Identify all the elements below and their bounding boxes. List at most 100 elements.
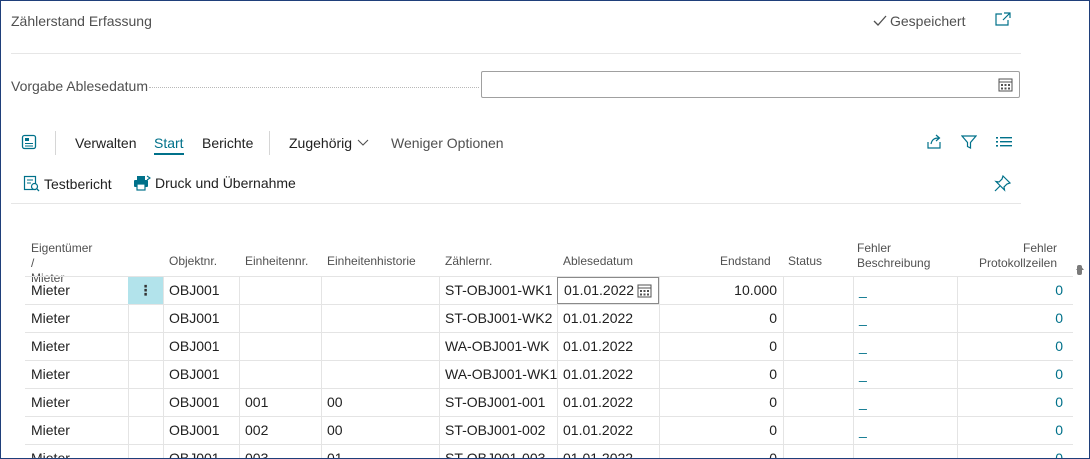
cell-eigentuemer[interactable]: Mieter bbox=[25, 445, 128, 458]
cell-objektnr[interactable]: OBJ001 bbox=[163, 417, 239, 444]
tab-verwalten[interactable]: Verwalten bbox=[75, 135, 136, 151]
cell-einheitenhistorie[interactable] bbox=[321, 305, 439, 332]
cell-fehler-beschreibung[interactable]: _ bbox=[853, 389, 957, 416]
row-context-menu[interactable] bbox=[128, 361, 163, 388]
col-ablesedatum-header[interactable]: Ablesedatum bbox=[563, 254, 633, 269]
cell-ablesedatum[interactable]: 01.01.2022 bbox=[557, 333, 659, 360]
cell-fehler-protokollzeilen[interactable]: 0 bbox=[957, 389, 1069, 416]
cell-status[interactable] bbox=[783, 389, 853, 416]
cell-ablesedatum[interactable]: 01.01.2022 bbox=[557, 445, 659, 458]
table-row[interactable]: Mieter OBJ001 ST-OBJ001-WK2 01.01.2022 0 _ 0 bbox=[25, 305, 1073, 333]
cell-fehler-protokollzeilen[interactable]: 0 bbox=[957, 417, 1069, 444]
cell-eigentuemer[interactable]: Mieter bbox=[25, 333, 128, 360]
cell-endstand[interactable]: 0 bbox=[659, 417, 783, 444]
cell-status[interactable] bbox=[783, 417, 853, 444]
druck-und-uebernahme-button[interactable]: Druck und Übernahme bbox=[133, 175, 296, 191]
row-context-menu[interactable]: ⋮ bbox=[128, 277, 163, 304]
share-icon[interactable] bbox=[926, 134, 943, 150]
cell-einheitennr[interactable] bbox=[239, 305, 321, 332]
table-row[interactable]: Mieter OBJ001 001 00 ST-OBJ001-001 01.01.2022… bbox=[25, 389, 1073, 417]
col-fehler-protokoll-header[interactable]: Fehler Protokollzeilen bbox=[971, 241, 1057, 271]
row-context-menu[interactable] bbox=[128, 305, 163, 332]
calendar-icon[interactable] bbox=[637, 283, 652, 298]
cell-eigentuemer[interactable]: Mieter bbox=[25, 305, 128, 332]
pin-icon[interactable] bbox=[994, 175, 1011, 192]
cell-zaehlernr[interactable]: WA-OBJ001-WK bbox=[439, 333, 557, 360]
tab-zugehoerig[interactable]: Zugehörig bbox=[289, 135, 369, 151]
expand-icon[interactable] bbox=[995, 12, 1011, 26]
col-zaehlernr-header[interactable]: Zählernr. bbox=[445, 254, 492, 269]
cell-einheitennr[interactable] bbox=[239, 333, 321, 360]
cell-einheitennr[interactable] bbox=[239, 277, 321, 304]
cell-endstand[interactable]: 0 bbox=[659, 333, 783, 360]
col-einheitennr-header[interactable]: Einheitennr. bbox=[245, 254, 308, 269]
cell-eigentuemer[interactable]: Mieter bbox=[25, 361, 128, 388]
cell-einheitennr[interactable]: 003 bbox=[239, 445, 321, 458]
cell-endstand[interactable]: 0 bbox=[659, 445, 783, 458]
col-fehler-beschreibung-header[interactable]: Fehler Beschreibung bbox=[857, 241, 930, 271]
table-row[interactable]: Mieter OBJ001 WA-OBJ001-WK1 01.01.2022 0 _ 0 bbox=[25, 361, 1073, 389]
cell-fehler-protokollzeilen[interactable]: 0 bbox=[957, 361, 1069, 388]
table-row[interactable]: Mieter OBJ001 WA-OBJ001-WK 01.01.2022 0 _ 0 bbox=[25, 333, 1073, 361]
cell-eigentuemer[interactable]: Mieter bbox=[25, 277, 128, 304]
row-context-menu[interactable] bbox=[128, 445, 163, 458]
cell-einheitennr[interactable] bbox=[239, 361, 321, 388]
row-context-menu[interactable] bbox=[128, 333, 163, 360]
row-context-menu[interactable] bbox=[128, 389, 163, 416]
cell-fehler-protokollzeilen[interactable]: 0 bbox=[957, 305, 1069, 332]
cell-eigentuemer[interactable]: Mieter bbox=[25, 389, 128, 416]
cell-einheitenhistorie[interactable]: 00 bbox=[321, 417, 439, 444]
filter-icon[interactable] bbox=[961, 134, 977, 150]
row-context-menu[interactable] bbox=[128, 417, 163, 444]
weniger-optionen-button[interactable]: Weniger Optionen bbox=[391, 135, 504, 151]
calendar-icon[interactable] bbox=[998, 77, 1013, 92]
cell-endstand[interactable]: 0 bbox=[659, 361, 783, 388]
cell-status[interactable] bbox=[783, 361, 853, 388]
cell-einheitenhistorie[interactable] bbox=[321, 361, 439, 388]
col-einheitenhistorie-header[interactable]: Einheitenhistorie bbox=[327, 254, 416, 269]
cell-fehler-beschreibung[interactable]: _ bbox=[853, 333, 957, 360]
cell-zaehlernr[interactable]: ST-OBJ001-WK2 bbox=[439, 305, 557, 332]
cell-einheitenhistorie[interactable] bbox=[321, 333, 439, 360]
cell-zaehlernr[interactable]: ST-OBJ001-003 bbox=[439, 445, 557, 458]
tab-start[interactable]: Start bbox=[154, 135, 184, 155]
page-icon[interactable] bbox=[21, 134, 37, 150]
cell-zaehlernr[interactable]: ST-OBJ001-002 bbox=[439, 417, 557, 444]
tab-berichte[interactable]: Berichte bbox=[202, 135, 253, 151]
cell-endstand[interactable]: 10.000 bbox=[659, 277, 783, 304]
cell-endstand[interactable]: 0 bbox=[659, 305, 783, 332]
cell-status[interactable] bbox=[783, 277, 853, 304]
table-row[interactable]: Mieter ⋮ OBJ001 ST-OBJ001-WK1 01.01.2022 10.0… bbox=[25, 276, 1073, 305]
cell-einheitenhistorie[interactable] bbox=[321, 277, 439, 304]
col-objektnr-header[interactable]: Objektnr. bbox=[169, 254, 217, 269]
cell-zaehlernr[interactable]: ST-OBJ001-001 bbox=[439, 389, 557, 416]
cell-status[interactable] bbox=[783, 445, 853, 458]
cell-fehler-beschreibung[interactable]: _ bbox=[853, 417, 957, 444]
list-icon[interactable] bbox=[996, 135, 1012, 149]
cell-einheitennr[interactable]: 001 bbox=[239, 389, 321, 416]
col-status-header[interactable]: Status bbox=[788, 254, 822, 269]
cell-ablesedatum[interactable]: 01.01.2022 bbox=[557, 305, 659, 332]
cell-ablesedatum[interactable]: 01.01.2022 bbox=[557, 417, 659, 444]
cell-endstand[interactable]: 0 bbox=[659, 389, 783, 416]
cell-fehler-beschreibung[interactable]: _ bbox=[853, 277, 957, 304]
cell-zaehlernr[interactable]: WA-OBJ001-WK1 bbox=[439, 361, 557, 388]
cell-ablesedatum[interactable]: 01.01.2022 bbox=[557, 389, 659, 416]
cell-objektnr[interactable]: OBJ001 bbox=[163, 445, 239, 458]
cell-objektnr[interactable]: OBJ001 bbox=[163, 389, 239, 416]
col-endstand-header[interactable]: Endstand bbox=[720, 254, 771, 269]
table-row[interactable]: Mieter OBJ001 002 00 ST-OBJ001-002 01.01.2022… bbox=[25, 417, 1073, 445]
cell-objektnr[interactable]: OBJ001 bbox=[163, 333, 239, 360]
vertical-scrollbar[interactable] bbox=[1075, 263, 1085, 458]
cell-objektnr[interactable]: OBJ001 bbox=[163, 277, 239, 304]
cell-zaehlernr[interactable]: ST-OBJ001-WK1 bbox=[439, 277, 557, 304]
cell-einheitennr[interactable]: 002 bbox=[239, 417, 321, 444]
cell-einheitenhistorie[interactable]: 00 bbox=[321, 389, 439, 416]
table-row[interactable]: Mieter OBJ001 003 01 ST-OBJ001-003 01.01.2022… bbox=[25, 445, 1073, 458]
testbericht-button[interactable]: Testbericht bbox=[23, 175, 112, 192]
cell-objektnr[interactable]: OBJ001 bbox=[163, 361, 239, 388]
cell-fehler-beschreibung[interactable]: _ bbox=[853, 445, 957, 458]
cell-ablesedatum[interactable]: 01.01.2022 bbox=[557, 361, 659, 388]
vorgabe-ablesedatum-input[interactable] bbox=[481, 71, 1020, 98]
cell-status[interactable] bbox=[783, 305, 853, 332]
